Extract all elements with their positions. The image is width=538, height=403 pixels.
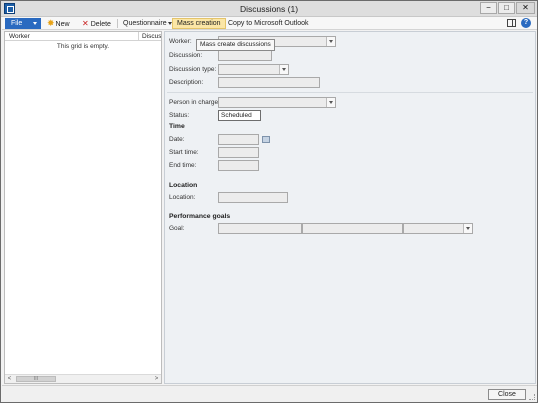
goal-field-2[interactable] — [302, 223, 403, 234]
chevron-down-icon — [282, 68, 286, 71]
location-section-heading: Location — [169, 182, 198, 189]
goal-label: Goal: — [169, 225, 185, 232]
dialog-footer: Close — [2, 385, 537, 402]
performance-goals-heading: Performance goals — [169, 213, 231, 220]
date-label: Date: — [169, 136, 185, 143]
close-button[interactable]: Close — [488, 389, 526, 400]
help-icon[interactable]: ? — [521, 18, 531, 28]
worker-label: Worker: — [169, 38, 192, 45]
discussions-window: Discussions (1) − □ ✕ File ✸New ✕ Delete … — [0, 0, 538, 403]
location-label: Location: — [169, 194, 196, 201]
toolbar-separator — [117, 19, 118, 28]
chevron-down-icon — [329, 40, 333, 43]
new-label: New — [55, 21, 70, 28]
status-field[interactable]: Scheduled — [218, 110, 261, 121]
chevron-down-icon — [167, 21, 172, 25]
column-header-discussion[interactable]: Discussi — [139, 32, 161, 41]
chevron-down-icon — [466, 227, 470, 230]
discussions-grid[interactable]: Worker Discussi This grid is empty. < II… — [4, 31, 162, 384]
mass-creation-button[interactable]: Mass creation — [172, 18, 226, 29]
discussion-field[interactable] — [218, 50, 272, 61]
section-divider — [167, 92, 533, 93]
questionnaire-button[interactable]: Questionnaire — [123, 18, 172, 29]
mass-creation-tooltip: Mass create discussions — [196, 39, 275, 51]
discussion-detail-panel: Mass create discussions Worker: Discussi… — [164, 31, 536, 384]
questionnaire-label: Questionnaire — [123, 20, 167, 27]
description-label: Description: — [169, 79, 204, 86]
layout-toggle-icon[interactable] — [507, 19, 516, 27]
new-button[interactable]: ✸New — [47, 18, 70, 29]
calendar-icon[interactable] — [262, 136, 270, 143]
title-bar[interactable]: Discussions (1) − □ ✕ — [1, 1, 537, 17]
chevron-down-icon — [33, 22, 37, 25]
action-toolbar: File ✸New ✕ Delete Questionnaire Mass cre… — [2, 17, 537, 30]
end-time-field[interactable] — [218, 160, 259, 171]
description-field[interactable] — [218, 77, 320, 88]
delete-button[interactable]: ✕ Delete — [82, 18, 111, 29]
copy-to-outlook-button[interactable]: Copy to Microsoft Outlook — [228, 18, 309, 29]
file-menu-label: File — [11, 20, 23, 27]
start-time-label: Start time: — [169, 149, 199, 156]
start-time-field[interactable] — [218, 147, 259, 158]
person-in-charge-label: Person in charge: — [169, 99, 220, 106]
discussion-type-label: Discussion type: — [169, 66, 217, 73]
scroll-right-icon[interactable]: > — [152, 375, 161, 383]
resize-grip-icon[interactable] — [529, 394, 535, 400]
scroll-left-icon[interactable]: < — [5, 375, 14, 383]
end-time-label: End time: — [169, 162, 197, 169]
grid-empty-message: This grid is empty. — [56, 43, 110, 50]
horizontal-scrollbar[interactable]: < III > — [5, 374, 161, 383]
file-menu-button[interactable]: File — [5, 18, 41, 29]
close-window-button[interactable]: ✕ — [516, 2, 535, 14]
person-in-charge-combo[interactable] — [218, 97, 336, 108]
column-header-worker[interactable]: Worker — [5, 32, 139, 41]
chevron-down-icon — [329, 101, 333, 104]
status-label: Status: — [169, 112, 190, 119]
window-title: Discussions (1) — [239, 4, 299, 14]
maximize-button[interactable]: □ — [498, 2, 515, 14]
goal-combo[interactable] — [403, 223, 473, 234]
discussion-type-combo[interactable] — [218, 64, 289, 75]
delete-label: Delete — [90, 21, 111, 28]
new-star-icon: ✸ — [47, 18, 55, 28]
time-section-heading: Time — [169, 123, 185, 130]
date-field[interactable] — [218, 134, 259, 145]
minimize-button[interactable]: − — [480, 2, 497, 14]
grid-header: Worker Discussi — [5, 32, 161, 41]
goal-field-1[interactable] — [218, 223, 302, 234]
discussion-label: Discussion: — [169, 52, 203, 59]
scroll-thumb[interactable]: III — [16, 376, 56, 382]
location-field[interactable] — [218, 192, 288, 203]
delete-x-icon: ✕ — [82, 19, 89, 28]
